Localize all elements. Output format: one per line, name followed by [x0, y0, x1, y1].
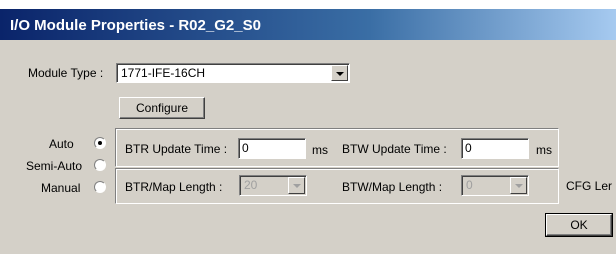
auto-radio[interactable] [94, 137, 106, 149]
btw-update-label: BTW Update Time : [342, 142, 447, 156]
btw-map-value: 0 [466, 178, 473, 192]
btr-map-select: 20 [239, 175, 307, 196]
auto-label: Auto [49, 137, 74, 151]
btr-map-value: 20 [244, 178, 258, 192]
dropdown-button [510, 177, 527, 194]
btw-update-value: 0 [465, 141, 472, 155]
btr-update-value: 0 [242, 141, 249, 155]
module-type-select[interactable]: 1771-IFE-16CH [116, 63, 350, 83]
chevron-down-icon [515, 184, 523, 188]
module-type-value: 1771-IFE-16CH [121, 66, 206, 80]
btw-map-select: 0 [461, 175, 529, 196]
radio-selected-dot [98, 141, 102, 145]
cfg-length-label: CFG Ler [566, 179, 613, 193]
module-type-label: Module Type : [28, 66, 104, 80]
window-title: I/O Module Properties - R02_G2_S0 [10, 17, 261, 34]
btr-update-input[interactable]: 0 [238, 138, 306, 159]
btr-map-label: BTR/Map Length : [125, 180, 223, 194]
semi-auto-label: Semi-Auto [26, 159, 83, 173]
configure-button[interactable]: Configure [119, 97, 205, 119]
manual-label: Manual [41, 181, 81, 195]
semi-auto-radio[interactable] [94, 159, 106, 171]
dropdown-button[interactable] [331, 65, 348, 81]
btw-map-label: BTW/Map Length : [342, 180, 443, 194]
btr-update-unit: ms [312, 143, 328, 157]
chevron-down-icon [336, 72, 344, 76]
manual-radio[interactable] [94, 181, 106, 193]
dropdown-button [288, 177, 305, 194]
btw-update-unit: ms [536, 143, 552, 157]
btw-update-input[interactable]: 0 [461, 138, 529, 159]
ok-button[interactable]: OK [545, 213, 613, 237]
btr-update-label: BTR Update Time : [125, 142, 228, 156]
chevron-down-icon [293, 184, 301, 188]
